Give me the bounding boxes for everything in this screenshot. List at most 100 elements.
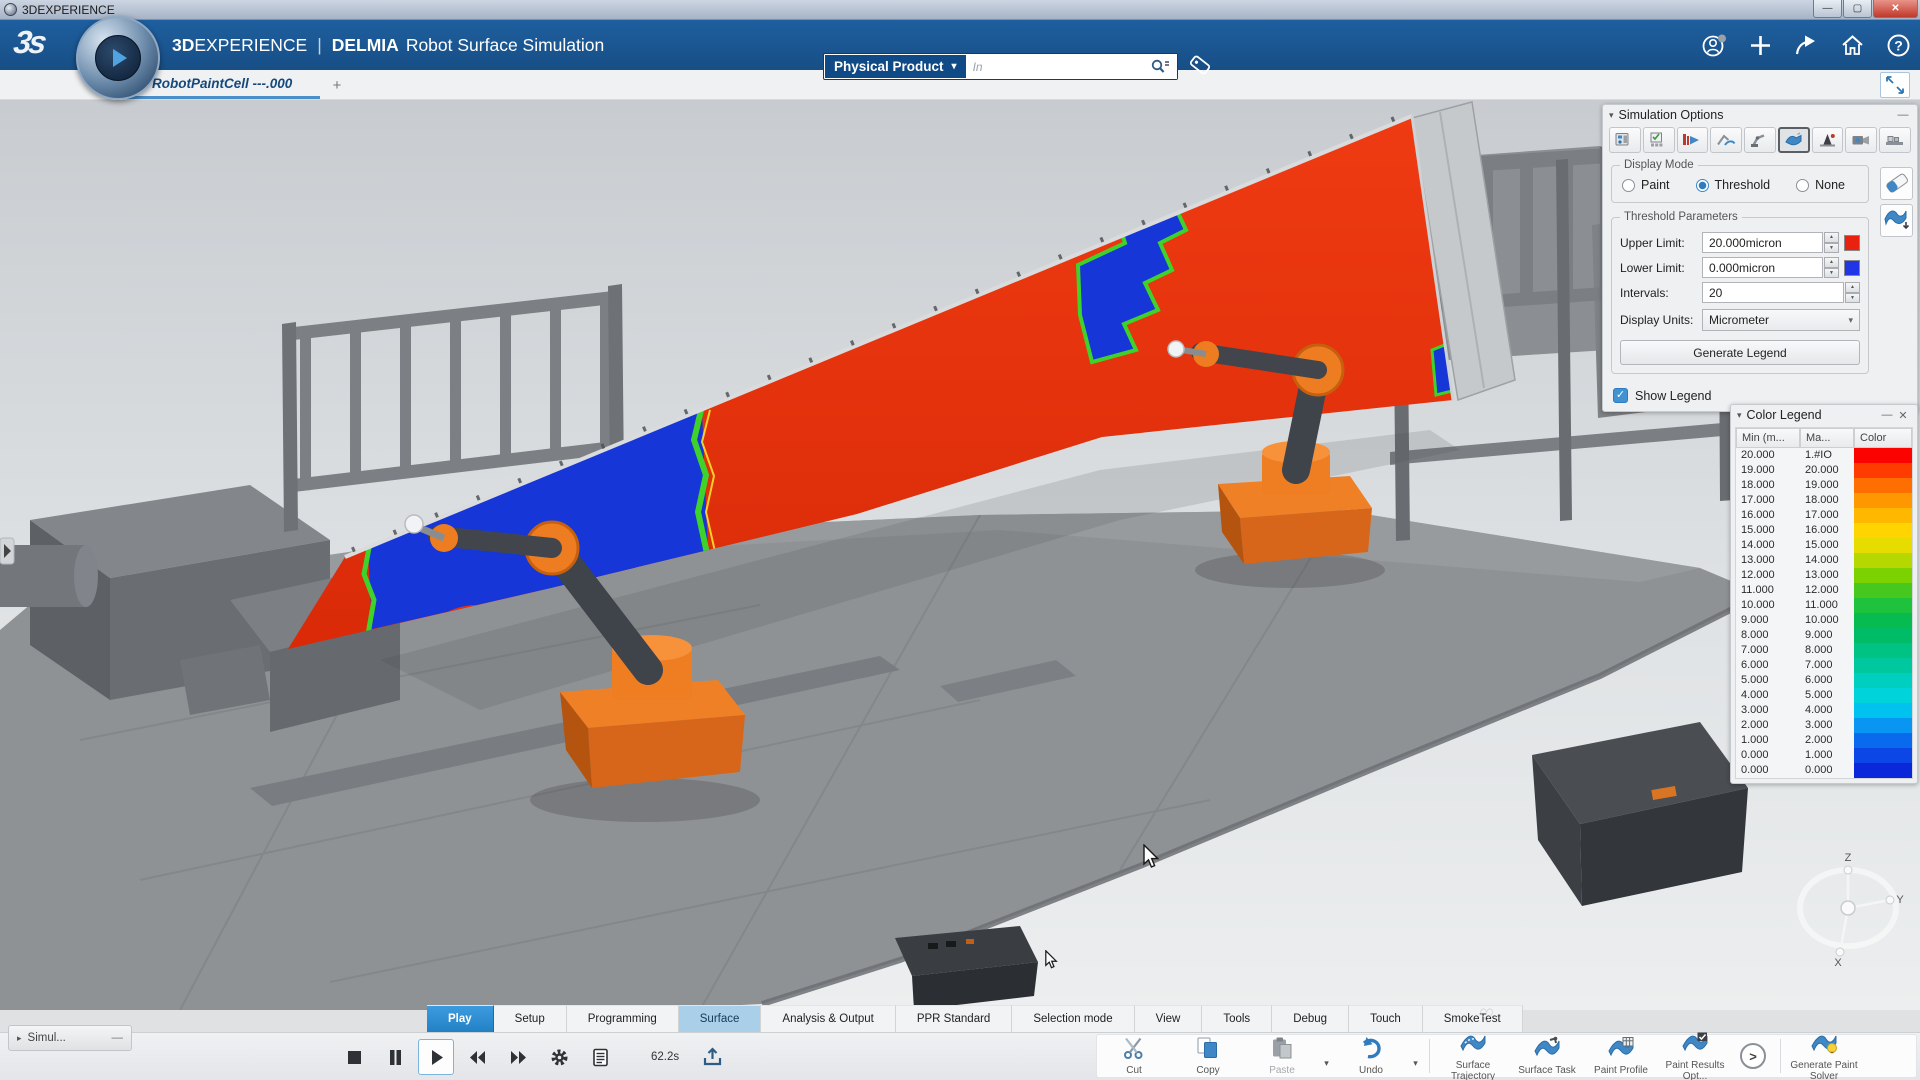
spinner-down-icon[interactable]: ▼ — [1845, 292, 1860, 303]
tool-task-list-icon[interactable] — [1642, 127, 1675, 153]
undo-button[interactable]: Undo — [1334, 1035, 1408, 1077]
spinner-down-icon[interactable]: ▼ — [1824, 267, 1839, 278]
user-icon[interactable] — [1701, 32, 1728, 59]
panel-minimize-icon[interactable]: — — [112, 1032, 124, 1044]
show-legend-row[interactable]: ✓ Show Legend — [1603, 382, 1917, 405]
tab-programming[interactable]: Programming — [566, 1005, 679, 1032]
global-search[interactable]: Physical Product ▾ — [823, 53, 1178, 80]
left-panel-expander[interactable] — [0, 537, 15, 565]
chevron-down-icon[interactable]: ▾ — [1408, 1058, 1423, 1077]
surface-task-button[interactable]: Surface Task — [1510, 1035, 1584, 1077]
color-swatch[interactable] — [1844, 259, 1860, 276]
play-button[interactable] — [418, 1039, 454, 1075]
surface-trajectory-button[interactable]: Surface Trajectory — [1436, 1035, 1510, 1080]
tab-tools[interactable]: Tools — [1202, 1005, 1273, 1032]
pause-button[interactable] — [377, 1039, 413, 1075]
new-tab-button[interactable]: + — [326, 74, 348, 96]
tool-collision-check-icon[interactable] — [1710, 127, 1743, 153]
app-window-icon — [4, 3, 17, 16]
add-icon[interactable] — [1747, 32, 1774, 59]
param-value-input[interactable]: 0.000micron — [1702, 257, 1823, 278]
simulation-options-header[interactable]: ▾ Simulation Options — — [1603, 105, 1917, 125]
collapse-icon[interactable]: ▾ — [1737, 410, 1742, 421]
color-legend-header[interactable]: ▾ Color Legend — ✕ — [1731, 405, 1917, 425]
command-label: Paint Results Opt... — [1665, 1059, 1725, 1080]
param-value-input[interactable]: 20.000micron — [1702, 232, 1823, 253]
param-value-input[interactable]: 20 — [1702, 282, 1844, 303]
close-button[interactable]: ✕ — [1873, 0, 1918, 18]
legend-column-header[interactable]: Color — [1854, 428, 1912, 448]
3ds-logo[interactable]: 3s — [11, 24, 47, 61]
more-commands-icon[interactable]: > — [1740, 1043, 1766, 1069]
tool-process-flow-icon[interactable] — [1676, 127, 1709, 153]
export-icon[interactable] — [694, 1039, 730, 1075]
paint-profile-button[interactable]: Paint Profile — [1584, 1035, 1658, 1077]
generate-legend-button[interactable]: Generate Legend — [1620, 340, 1860, 365]
simulation-mini-panel[interactable]: ▸ Simul... — — [8, 1025, 132, 1051]
legend-column-header[interactable]: Ma... — [1800, 428, 1854, 448]
chevron-down-icon[interactable]: ▾ — [1319, 1058, 1334, 1077]
search-scope-dropdown[interactable]: Physical Product ▾ — [825, 55, 966, 78]
tab-ppr-standard[interactable]: PPR Standard — [895, 1005, 1013, 1032]
paint-fill-icon[interactable] — [1880, 204, 1913, 237]
restore-button[interactable]: ▢ — [1843, 0, 1872, 18]
tab-setup[interactable]: Setup — [493, 1005, 567, 1032]
radio-icon[interactable] — [1796, 178, 1810, 192]
tool-simulation-settings-icon[interactable] — [1609, 127, 1641, 153]
tab-robotpaintcell[interactable]: RobotPaintCell ---.000 — [128, 74, 316, 93]
color-swatch[interactable] — [1844, 234, 1860, 251]
tab-analysis-output[interactable]: Analysis & Output — [761, 1005, 896, 1032]
display-units-select[interactable]: Micrometer ▾ — [1702, 309, 1860, 331]
cut-button[interactable]: Cut — [1097, 1035, 1171, 1077]
tag-icon[interactable] — [1186, 52, 1214, 80]
eraser-icon[interactable] — [1880, 167, 1913, 200]
show-legend-checkbox[interactable]: ✓ — [1613, 388, 1628, 403]
home-icon[interactable] — [1839, 32, 1866, 59]
search-input[interactable] — [966, 54, 1143, 79]
tool-probe-analysis-icon[interactable] — [1811, 127, 1844, 153]
radio-threshold[interactable]: Threshold — [1695, 178, 1770, 192]
tab-debug[interactable]: Debug — [1272, 1005, 1350, 1032]
3dexperience-compass[interactable] — [76, 16, 160, 100]
expand-icon[interactable]: ▸ — [17, 1033, 22, 1044]
fast-forward-button[interactable] — [500, 1039, 536, 1075]
share-icon[interactable] — [1793, 32, 1820, 59]
spinner-up-icon[interactable]: ▲ — [1845, 282, 1860, 293]
radio-none[interactable]: None — [1796, 178, 1845, 192]
radio-paint[interactable]: Paint — [1622, 178, 1670, 192]
window-title: 3DEXPERIENCE — [22, 2, 115, 17]
tool-paint-spray-icon[interactable] — [1777, 127, 1810, 153]
paint-results-button[interactable]: Paint Results Opt... — [1658, 1032, 1732, 1080]
tool-conveyor-icon[interactable] — [1879, 127, 1912, 153]
favorites-heart-icon[interactable]: ♡ — [1479, 1006, 1494, 1026]
collapse-icon[interactable]: ▾ — [1609, 110, 1614, 121]
generate-paint-solver-button[interactable]: Generate Paint Solver — [1787, 1035, 1861, 1080]
stop-button[interactable] — [336, 1039, 372, 1075]
tool-robot-arm-icon[interactable] — [1744, 127, 1776, 153]
spinner-up-icon[interactable]: ▲ — [1824, 257, 1839, 268]
window-titlebar[interactable]: 3DEXPERIENCE — ▢ ✕ — [0, 0, 1920, 20]
search-icon[interactable] — [1143, 54, 1177, 79]
tool-camera-record-icon[interactable] — [1845, 127, 1878, 153]
viewport-restore-icon[interactable] — [1880, 72, 1910, 98]
copy-button[interactable]: Copy — [1171, 1035, 1245, 1077]
compass-play-icon[interactable] — [95, 35, 141, 81]
tab-selection-mode[interactable]: Selection mode — [1012, 1005, 1135, 1032]
spinner-up-icon[interactable]: ▲ — [1824, 232, 1839, 243]
tab-touch[interactable]: Touch — [1349, 1005, 1423, 1032]
minimize-button[interactable]: — — [1813, 0, 1842, 18]
radio-icon[interactable] — [1695, 178, 1709, 192]
tab-view[interactable]: View — [1134, 1005, 1203, 1032]
radio-icon[interactable] — [1622, 178, 1635, 192]
rewind-button[interactable] — [459, 1039, 495, 1075]
settings-button[interactable] — [541, 1039, 577, 1075]
tab-play[interactable]: Play — [427, 1005, 494, 1032]
paste-button[interactable]: Paste — [1245, 1035, 1319, 1077]
tab-smoketest[interactable]: SmokeTest — [1422, 1005, 1523, 1032]
legend-column-header[interactable]: Min (m... — [1736, 428, 1800, 448]
help-icon[interactable]: ? — [1885, 32, 1912, 59]
tab-surface[interactable]: Surface — [678, 1005, 762, 1032]
report-button[interactable] — [582, 1039, 618, 1075]
spinner-down-icon[interactable]: ▼ — [1824, 242, 1839, 253]
generate-paint-solver-icon — [1810, 1031, 1838, 1058]
